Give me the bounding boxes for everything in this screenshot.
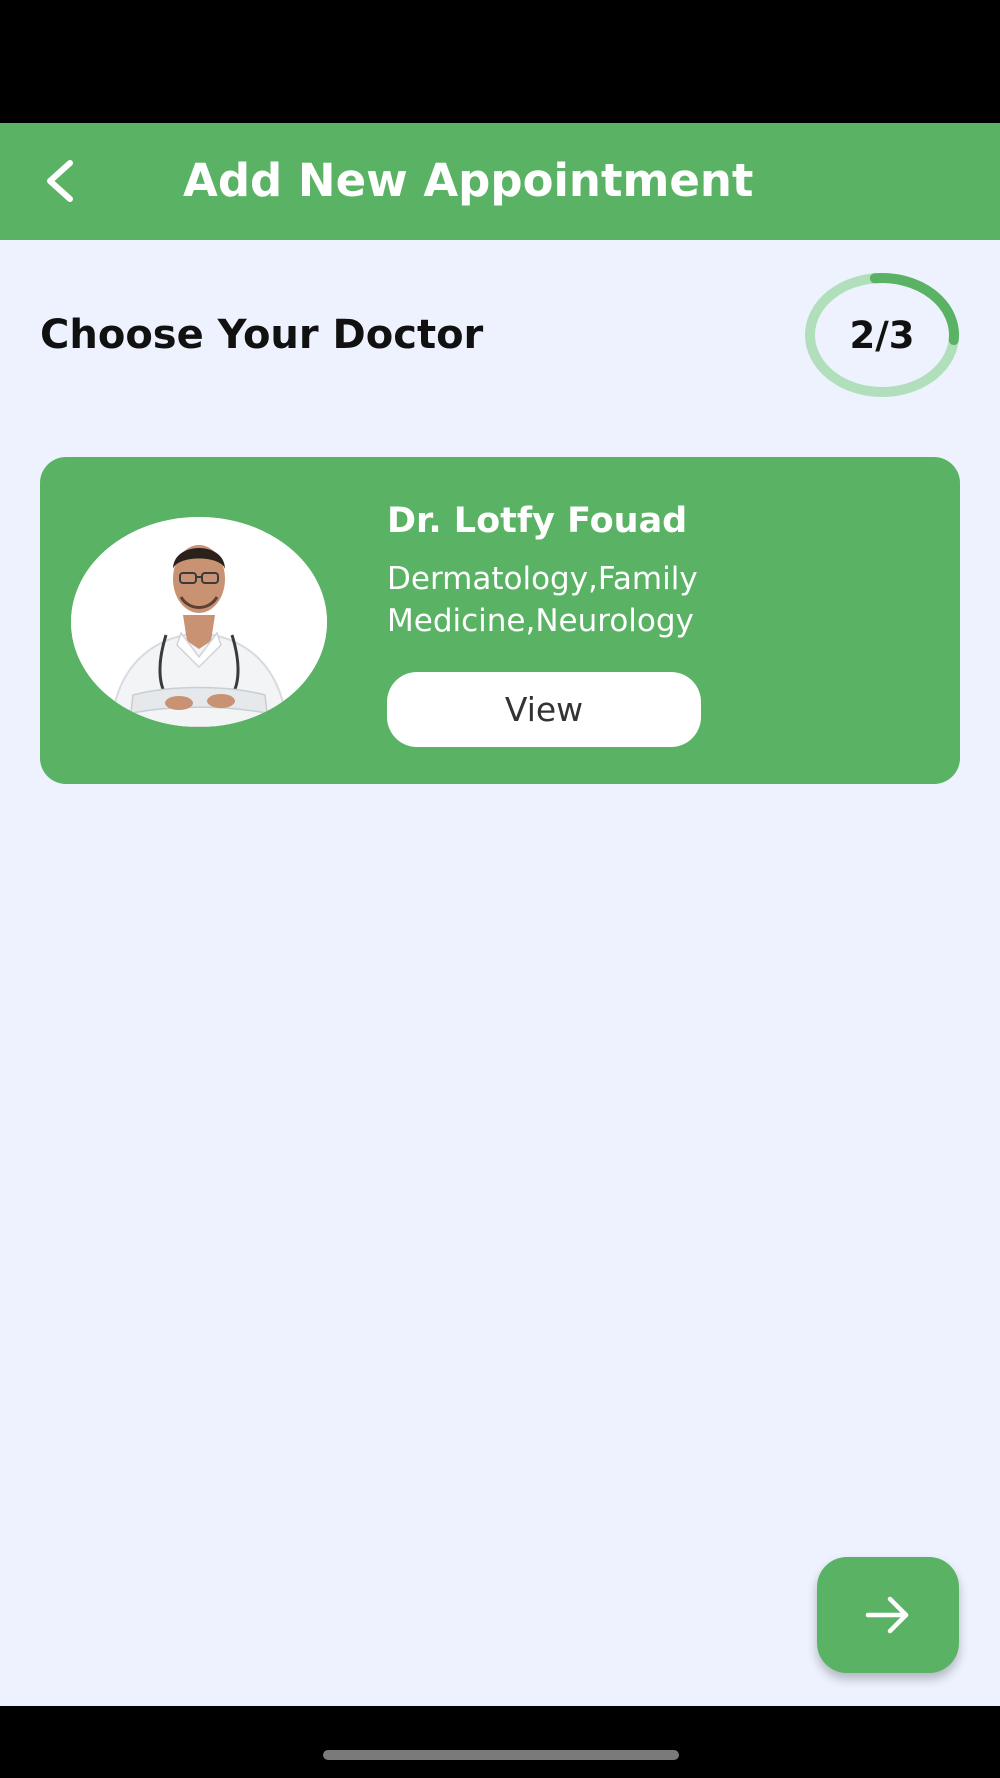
status-bar bbox=[0, 0, 1000, 123]
next-button[interactable] bbox=[817, 1557, 959, 1673]
app-bar: Add New Appointment bbox=[0, 123, 1000, 240]
step-progress-indicator: 2/3 bbox=[803, 271, 961, 399]
page-title: Add New Appointment bbox=[183, 154, 754, 207]
doctor-card[interactable]: Dr. Lotfy Fouad Dermatology,Family Medic… bbox=[40, 457, 960, 784]
doctor-name: Dr. Lotfy Fouad bbox=[387, 501, 688, 541]
arrow-right-icon bbox=[865, 1596, 909, 1634]
view-button[interactable]: View bbox=[387, 672, 701, 747]
home-indicator[interactable] bbox=[323, 1750, 679, 1760]
step-label: 2/3 bbox=[849, 313, 915, 357]
system-nav-bar bbox=[0, 1706, 1000, 1778]
section-title: Choose Your Doctor bbox=[40, 312, 484, 358]
doctor-photo bbox=[71, 517, 327, 727]
back-button[interactable] bbox=[28, 149, 92, 213]
doctor-specialties: Dermatology,Family Medicine,Neurology bbox=[387, 561, 698, 639]
chevron-left-icon bbox=[47, 160, 73, 202]
